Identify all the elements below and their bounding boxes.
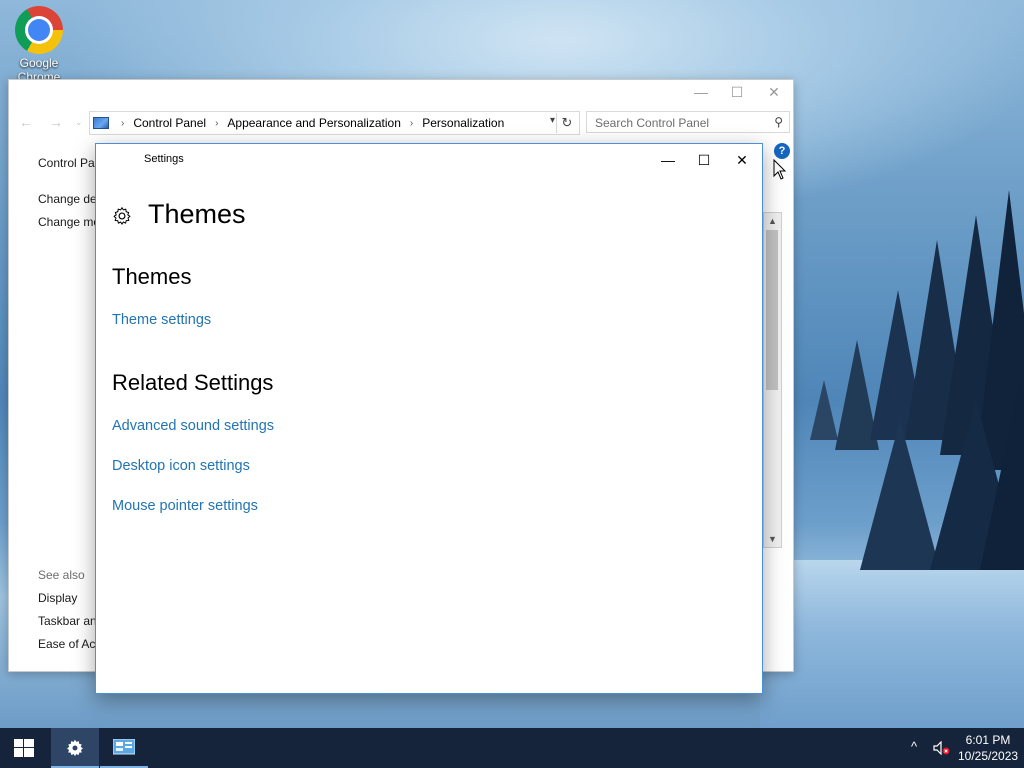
- desktop-icon-settings-link[interactable]: Desktop icon settings: [112, 458, 250, 474]
- chrome-icon: [15, 6, 63, 54]
- search-control-panel-input[interactable]: Search Control Panel ⚲: [586, 111, 790, 133]
- scroll-down-icon[interactable]: ▼: [764, 531, 781, 547]
- advanced-sound-settings-link[interactable]: Advanced sound settings: [112, 418, 274, 434]
- address-bar[interactable]: › Control Panel › Appearance and Persona…: [89, 111, 580, 135]
- help-icon[interactable]: ?: [774, 143, 790, 159]
- start-button[interactable]: [0, 728, 48, 768]
- search-placeholder: Search Control Panel: [595, 116, 710, 130]
- cp-vertical-scrollbar[interactable]: ▲ ▼: [763, 212, 782, 548]
- breadcrumb-separator: ›: [121, 117, 125, 129]
- taskbar-clock[interactable]: 6:01 PM 10/25/2023: [958, 732, 1018, 764]
- see-also-label: See also: [38, 568, 85, 582]
- settings-gear-icon: [67, 739, 83, 757]
- gear-icon: [113, 207, 131, 225]
- search-icon[interactable]: ⚲: [774, 115, 783, 129]
- recent-locations-icon[interactable]: ⌄: [75, 117, 83, 128]
- section-heading-related-settings: Related Settings: [112, 370, 274, 395]
- breadcrumb-separator: ›: [215, 117, 219, 129]
- chevron-down-icon[interactable]: ▾: [550, 115, 555, 126]
- settings-close-button[interactable]: ✕: [724, 148, 760, 172]
- windows-start-icon: [14, 739, 34, 757]
- page-title: Themes: [148, 199, 246, 229]
- theme-settings-link[interactable]: Theme settings: [112, 312, 211, 328]
- clock-time: 6:01 PM: [965, 733, 1011, 747]
- cp-titlebar: — ☐ ✕: [9, 80, 793, 104]
- show-hidden-icons-chevron-icon[interactable]: ^: [911, 739, 917, 754]
- cp-maximize-button[interactable]: ☐: [718, 80, 756, 104]
- settings-maximize-button[interactable]: ☐: [686, 148, 722, 172]
- breadcrumb-separator: ›: [409, 117, 414, 129]
- taskbar-control-panel-button[interactable]: [100, 728, 148, 768]
- cp-minimize-button[interactable]: —: [682, 80, 720, 104]
- mouse-pointer-settings-link[interactable]: Mouse pointer settings: [112, 498, 258, 514]
- breadcrumb-personalization[interactable]: Personalization: [422, 116, 504, 130]
- breadcrumb-control-panel[interactable]: Control Panel: [133, 116, 206, 130]
- breadcrumb-appearance[interactable]: Appearance and Personalization: [227, 116, 400, 130]
- settings-window: Settings — ☐ ✕ Themes Themes Theme setti…: [95, 143, 763, 694]
- settings-minimize-button[interactable]: —: [650, 148, 686, 172]
- wallpaper-snow: [760, 560, 1024, 728]
- taskbar: ^ 6:01 PM 10/25/2023: [0, 728, 1024, 768]
- scroll-up-icon[interactable]: ▲: [764, 213, 781, 229]
- clock-date: 10/25/2023: [958, 749, 1019, 763]
- taskbar-settings-button[interactable]: [51, 728, 99, 768]
- mouse-cursor-icon: [773, 159, 787, 180]
- settings-window-title: Settings: [144, 153, 184, 165]
- back-arrow-icon[interactable]: ←: [19, 114, 33, 130]
- desktop-icon-google-chrome[interactable]: Google Chrome: [8, 6, 70, 84]
- cp-close-button[interactable]: ✕: [755, 80, 793, 104]
- display-link[interactable]: Display: [38, 591, 77, 605]
- control-panel-icon: [93, 117, 109, 129]
- section-heading-themes: Themes: [112, 264, 192, 289]
- forward-arrow-icon[interactable]: →: [49, 114, 63, 130]
- speaker-muted-icon[interactable]: [933, 741, 951, 755]
- control-panel-icon: [113, 739, 135, 755]
- refresh-icon[interactable]: ↻: [556, 113, 577, 133]
- scrollbar-thumb[interactable]: [766, 230, 778, 390]
